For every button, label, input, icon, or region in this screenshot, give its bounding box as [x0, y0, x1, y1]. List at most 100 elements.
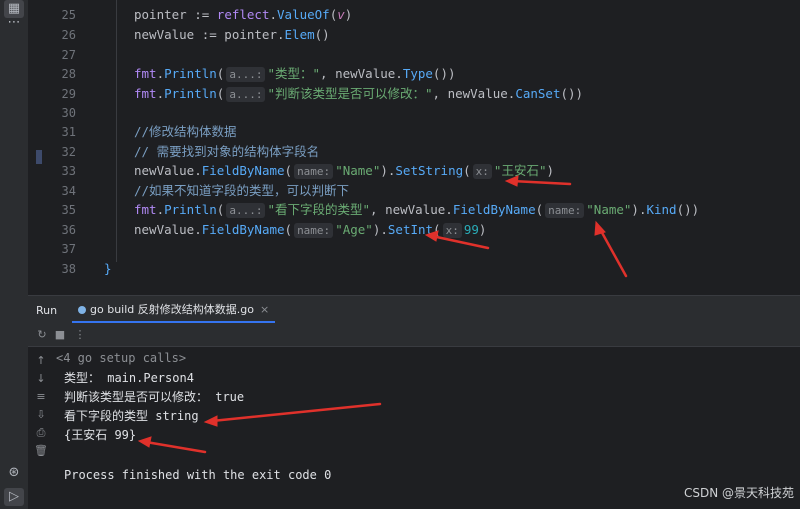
- parameter-hint: a...:: [226, 203, 266, 218]
- code-token: ).: [380, 163, 396, 178]
- parameter-hint: x:: [442, 223, 462, 238]
- run-tool-header: Run go build 反射修改结构体数据.go ×: [28, 296, 800, 324]
- console-side-toolbar: ↑ ↓ ≡ ⇩ ⎙ 🗑: [28, 347, 54, 509]
- code-token: newValue.: [134, 222, 202, 237]
- code-token: Type: [402, 66, 433, 81]
- code-token: fmt: [134, 66, 157, 81]
- code-token: fmt: [134, 202, 157, 217]
- code-line-34[interactable]: //如果不知道字段的类型，可以判断下: [134, 181, 349, 201]
- code-token: newValue := pointer.: [134, 27, 285, 42]
- code-token: (: [284, 163, 293, 178]
- run-config-label: go build 反射修改结构体数据.go: [90, 303, 254, 316]
- code-token: Println: [164, 202, 217, 217]
- code-editor[interactable]: 25 26 27 28 29 30 31 32 33 34 35 36 37 3…: [42, 0, 800, 295]
- code-token: (: [216, 86, 225, 101]
- parameter-hint: a...:: [226, 87, 266, 102]
- console-line: 类型： main.Person4: [64, 371, 194, 385]
- line-number: 27: [61, 48, 76, 62]
- run-toolbar: ↻ ■ ⋮: [28, 324, 800, 347]
- code-token: ): [478, 222, 487, 237]
- code-token: 99: [463, 222, 479, 237]
- code-token: , newValue.: [432, 86, 516, 101]
- code-token: v: [337, 7, 345, 22]
- scroll-to-end-icon[interactable]: ⇩: [33, 407, 49, 423]
- code-token: (): [314, 27, 330, 42]
- stop-icon[interactable]: ■: [52, 327, 68, 343]
- soft-wrap-icon[interactable]: ≡: [33, 389, 49, 405]
- watermark: CSDN @景天科技苑: [683, 486, 794, 500]
- code-token: reflect: [216, 7, 270, 22]
- line-number: 31: [61, 125, 76, 139]
- code-token: FieldByName: [201, 222, 285, 237]
- arrow-down-icon[interactable]: ↓: [33, 371, 49, 387]
- code-line-25[interactable]: pointer := reflect.ValueOf(v): [134, 5, 352, 25]
- code-token: ()): [560, 86, 584, 101]
- arrow-up-icon[interactable]: ↑: [33, 353, 49, 369]
- line-number: 35: [61, 203, 76, 217]
- code-token: pointer :=: [134, 7, 217, 22]
- line-number: 32: [61, 145, 76, 159]
- parameter-hint: x:: [472, 164, 492, 179]
- console-line: {王安石 99}: [64, 428, 137, 442]
- code-token: Println: [164, 66, 217, 81]
- debug-icon[interactable]: ⊛: [4, 464, 24, 482]
- close-icon[interactable]: ×: [260, 303, 269, 316]
- line-number: 30: [61, 106, 76, 120]
- code-line-28[interactable]: fmt.Println(a...: "类型：", newValue.Type()): [134, 64, 456, 84]
- code-line-29[interactable]: fmt.Println(a...: "判断该类型是否可以修改：", newValu…: [134, 84, 583, 104]
- code-token: ).: [372, 222, 388, 237]
- line-number: 26: [61, 28, 76, 42]
- code-token: Elem: [284, 27, 315, 42]
- code-line-31[interactable]: //修改结构体数据: [134, 122, 237, 142]
- print-icon[interactable]: ⎙: [33, 425, 49, 441]
- run-tab-title[interactable]: Run: [36, 304, 57, 317]
- go-file-icon: [78, 306, 86, 314]
- code-token: ()): [676, 202, 700, 217]
- line-number: 36: [61, 223, 76, 237]
- code-token: , newValue.: [320, 66, 403, 81]
- line-number: 28: [61, 67, 76, 81]
- run-config-tab[interactable]: go build 反射修改结构体数据.go ×: [72, 299, 276, 323]
- rerun-icon[interactable]: ↻: [34, 327, 50, 343]
- code-token: (: [433, 222, 441, 237]
- code-token: .: [156, 66, 165, 81]
- code-token: "Name": [335, 163, 381, 178]
- code-token: CanSet: [515, 86, 561, 101]
- code-token: Println: [164, 86, 217, 101]
- code-token: (: [284, 222, 293, 237]
- more-icon[interactable]: ⋯: [4, 14, 24, 32]
- code-token: , newValue.: [370, 202, 453, 217]
- editor-gutter: [28, 0, 42, 295]
- line-number: 29: [61, 87, 76, 101]
- parameter-hint: name:: [294, 164, 334, 179]
- line-number: 38: [61, 262, 76, 276]
- code-token: ).: [631, 202, 647, 217]
- code-line-32[interactable]: // 需要找到对象的结构体字段名: [134, 142, 319, 162]
- code-token: FieldByName: [452, 202, 536, 217]
- code-line-38[interactable]: }: [104, 259, 112, 279]
- parameter-hint: name:: [294, 223, 334, 238]
- code-line-33[interactable]: newValue.FieldByName(name: "Name").SetStr…: [134, 161, 554, 181]
- code-line-36[interactable]: newValue.FieldByName(name: "Age").SetInt(…: [134, 220, 486, 240]
- code-token: FieldByName: [201, 163, 285, 178]
- line-number: 25: [61, 8, 76, 22]
- code-token: "王安石": [493, 163, 547, 178]
- code-token: .: [156, 202, 165, 217]
- code-token: (: [463, 163, 471, 178]
- more-vertical-icon[interactable]: ⋮: [72, 327, 88, 343]
- console-line[interactable]: <4 go setup calls>: [56, 348, 186, 368]
- code-token: .: [269, 7, 278, 22]
- console-line: Process finished with the exit code 0: [64, 468, 332, 482]
- code-token: "Name": [586, 202, 632, 217]
- code-line-26[interactable]: newValue := pointer.Elem(): [134, 25, 330, 45]
- console-line: 判断该类型是否可以修改： true: [64, 390, 245, 404]
- code-token: ): [546, 163, 555, 178]
- code-token: (: [216, 202, 225, 217]
- code-line-35[interactable]: fmt.Println(a...: "看下字段的类型", newValue.Fie…: [134, 200, 699, 220]
- run-icon[interactable]: ▷: [4, 488, 24, 506]
- parameter-hint: a...:: [226, 67, 266, 82]
- code-token: "看下字段的类型": [267, 202, 371, 217]
- code-token: "判断该类型是否可以修改：": [267, 86, 433, 101]
- trash-icon[interactable]: 🗑: [33, 443, 49, 459]
- code-token: fmt: [134, 86, 157, 101]
